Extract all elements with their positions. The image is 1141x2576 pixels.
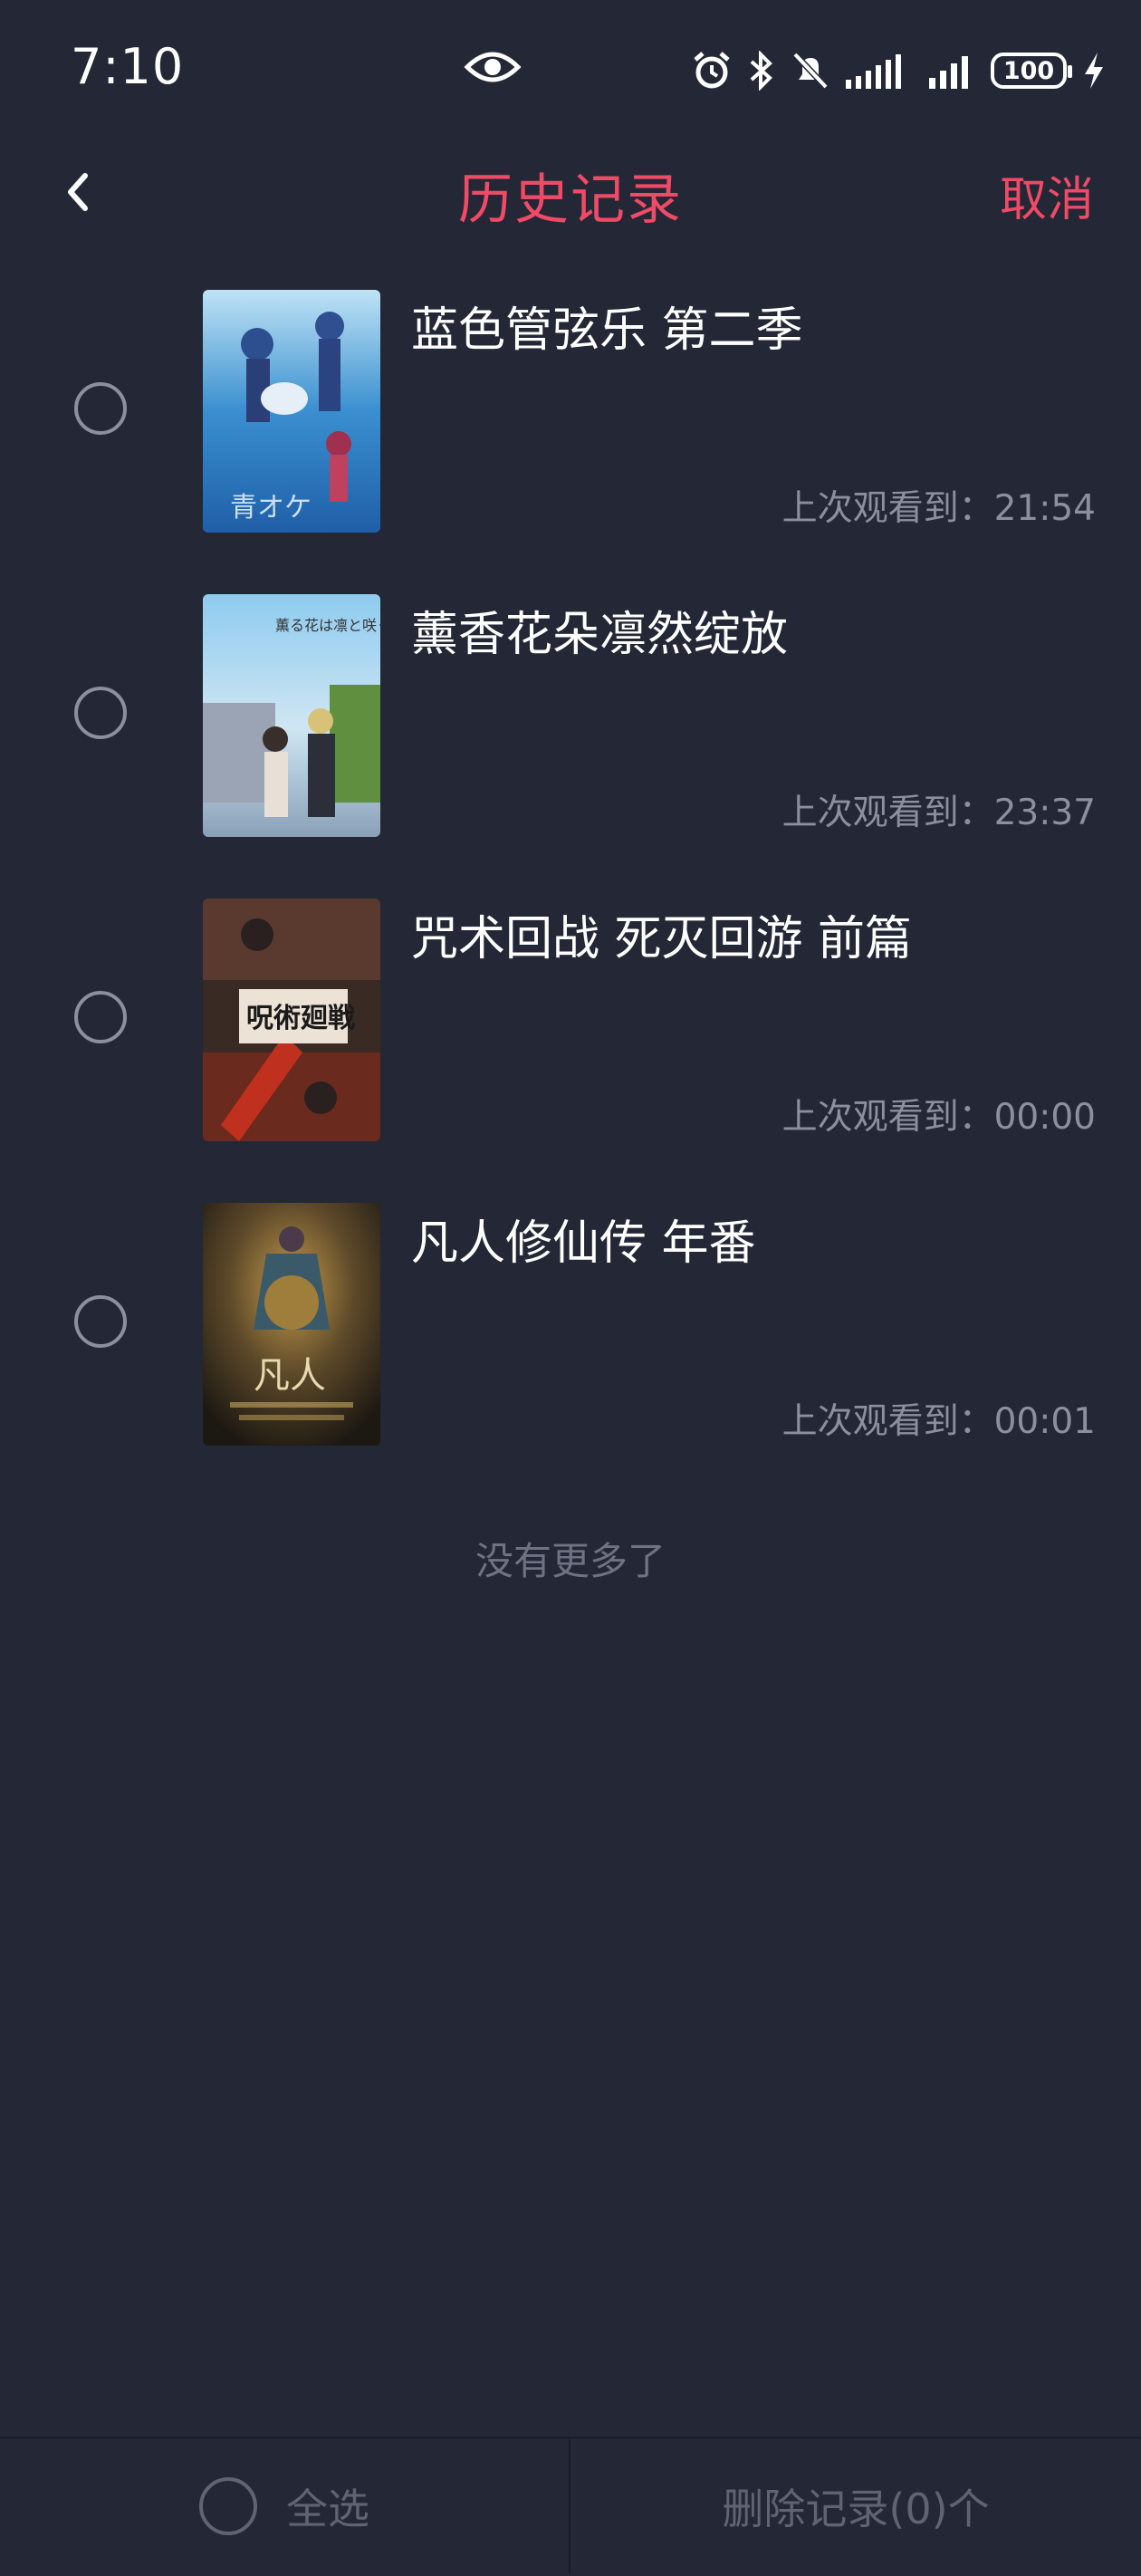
poster-image: 青オケ: [203, 290, 380, 533]
status-bar: 7:10 100: [0, 0, 1141, 136]
svg-text:凡人: 凡人: [254, 1355, 326, 1397]
item-progress: 上次观看到：21:54: [781, 488, 1096, 529]
item-checkbox[interactable]: [74, 991, 127, 1043]
poster-thumbnail[interactable]: 凡人: [203, 1203, 380, 1446]
charging-icon: [1085, 53, 1103, 89]
battery-level: 100: [1002, 56, 1055, 85]
item-progress: 上次观看到：00:01: [781, 1401, 1096, 1442]
item-progress: 上次观看到：23:37: [781, 793, 1096, 833]
item-title: 凡人修仙传 年番: [411, 1216, 756, 1271]
item-title: 咒术回战 死灭回游 前篇: [411, 912, 913, 966]
item-progress: 上次观看到：00:00: [781, 1097, 1096, 1138]
svg-text:薫る花は凛と咲く: 薫る花は凛と咲く: [275, 617, 380, 634]
signal-icon: [846, 54, 901, 89]
item-checkbox[interactable]: [74, 382, 127, 435]
poster-thumbnail[interactable]: 薫る花は凛と咲く: [203, 594, 380, 837]
svg-text:青オケ: 青オケ: [230, 492, 312, 524]
cancel-button[interactable]: 取消: [1000, 161, 1094, 229]
eye-icon: [464, 52, 522, 82]
select-all-label: 全选: [286, 2485, 369, 2533]
alarm-icon: [694, 52, 730, 89]
poster-thumbnail[interactable]: 呪術廻戦: [203, 899, 380, 1141]
history-item[interactable]: 薫る花は凛と咲く 薰香花朵凛然绽放 上次观看到：23:37: [0, 592, 1141, 897]
item-title: 薰香花朵凛然绽放: [411, 608, 789, 662]
mute-icon: [792, 52, 829, 90]
item-title: 蓝色管弦乐 第二季: [411, 303, 803, 358]
poster-image: 呪術廻戦: [203, 899, 380, 1141]
signal-icon: [929, 56, 968, 89]
history-item[interactable]: 凡人 凡人修仙传 年番 上次观看到：00:01: [0, 1201, 1141, 1505]
item-checkbox[interactable]: [74, 687, 127, 739]
poster-image: 凡人: [203, 1203, 380, 1446]
svg-text:呪術廻戦: 呪術廻戦: [246, 1003, 355, 1034]
delete-records-button[interactable]: 删除记录(0)个: [570, 2438, 1141, 2574]
poster-thumbnail[interactable]: 青オケ: [203, 290, 380, 533]
bottom-bar: 全选 删除记录(0)个: [0, 2437, 1141, 2576]
history-item[interactable]: 青オケ 蓝色管弦乐 第二季 上次观看到：21:54: [0, 288, 1141, 592]
end-of-list-text: 没有更多了: [475, 1539, 666, 1583]
bluetooth-icon: [750, 51, 772, 91]
item-checkbox[interactable]: [74, 1295, 127, 1348]
select-all-button[interactable]: 全选: [0, 2438, 570, 2574]
history-item[interactable]: 呪術廻戦 咒术回战 死灭回游 前篇 上次观看到：00:00: [0, 897, 1141, 1201]
history-list: 青オケ 蓝色管弦乐 第二季 上次观看到：21:54 薫る花は凛と咲く 薰香花朵凛…: [0, 288, 1141, 1505]
page-title: 历史记录: [458, 168, 683, 232]
header: 历史记录 取消: [0, 136, 1141, 248]
poster-image: 薫る花は凛と咲く: [203, 594, 380, 837]
select-all-checkbox[interactable]: [199, 2477, 257, 2535]
battery-icon: 100: [991, 53, 1072, 89]
status-time: 7:10: [71, 38, 185, 95]
status-icons: 100: [692, 45, 1105, 96]
